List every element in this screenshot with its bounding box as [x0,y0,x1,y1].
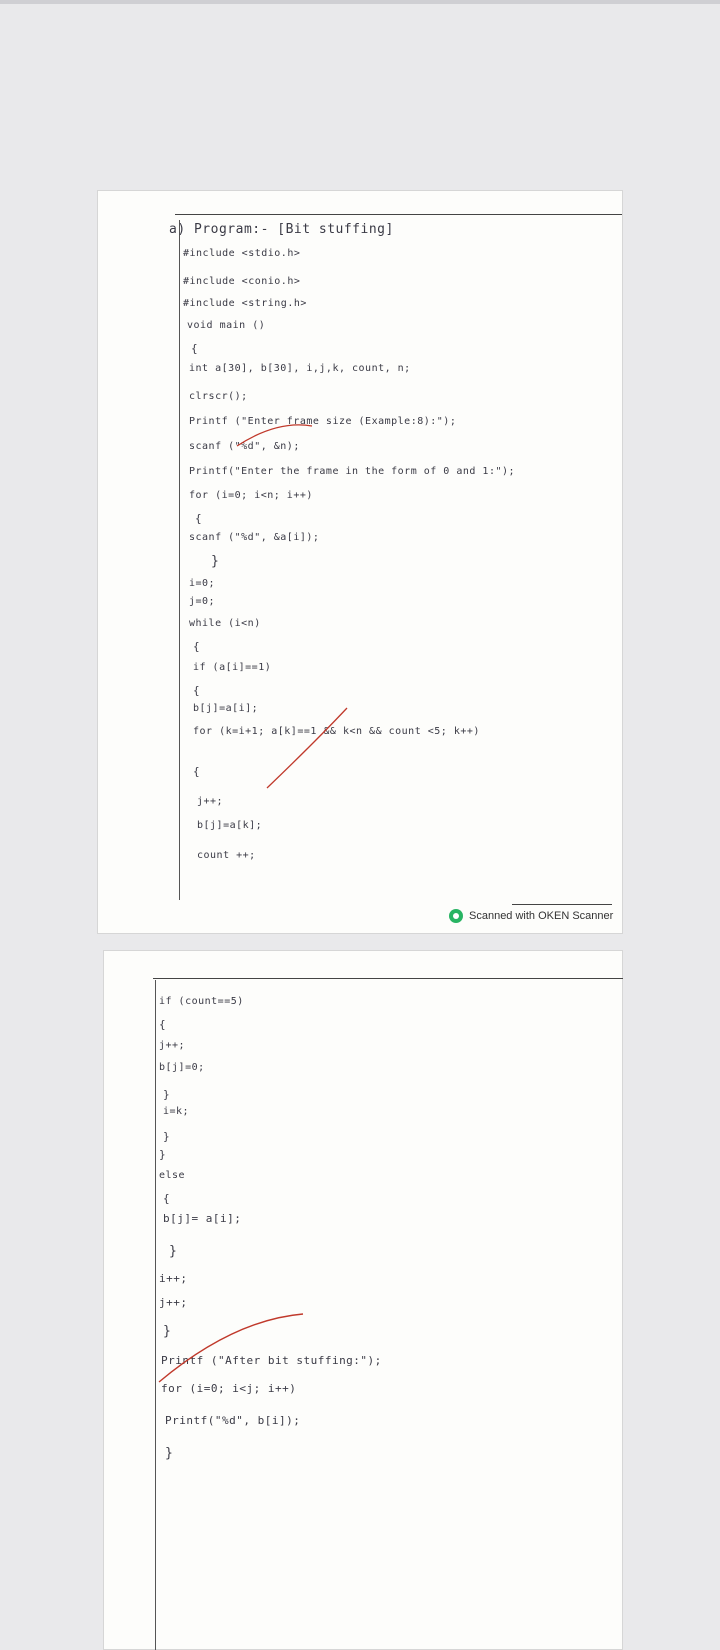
scanner-badge: Scanned with OKEN Scanner [449,909,613,923]
red-pen-marks [158,1313,304,1383]
scanner-logo-icon [449,909,463,923]
top-bar [0,0,720,4]
red-pen-marks [236,424,348,789]
scanned-page-2: if (count==5) { j++; b[j]=0; } i=k; } } … [103,950,623,1650]
scanned-page-1: a) Program:- [Bit stuffing] #include <st… [97,190,623,934]
scanner-badge-text: Scanned with OKEN Scanner [469,910,614,922]
